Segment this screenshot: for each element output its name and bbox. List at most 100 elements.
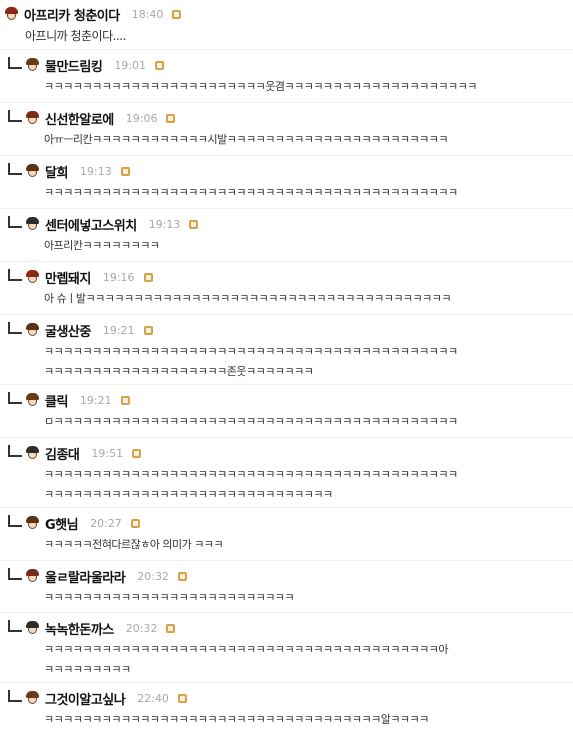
comment-body: 아프니까 청춘이다.... — [25, 26, 554, 46]
comment-item: 아프리카 청춘이다 18:40 아프니까 청춘이다.... — [0, 4, 573, 49]
timestamp: 20:27 — [90, 516, 122, 530]
avatar-icon[interactable] — [25, 568, 40, 584]
comment-text-line: ㅋㅋㅋㅋㅋㅋㅋㅋㅋㅋㅋㅋㅋㅋㅋㅋㅋㅋㅋㅋㅋㅋㅋㅋㅋㅋㅋㅋㅋㅋㅋㅋㅋㅋㅋㅋㅋㅋㅋㅋ… — [44, 468, 458, 481]
mobile-badge-icon — [155, 60, 165, 70]
mobile-badge-icon — [177, 571, 187, 581]
comment-text-line: ㅋㅋㅋㅋㅋㅋㅋㅋㅋ — [44, 663, 131, 676]
avatar-icon[interactable] — [25, 515, 40, 531]
mobile-badge-icon — [143, 272, 153, 282]
comment-item: 클릭 19:21 ㅁㅋㅋㅋㅋㅋㅋㅋㅋㅋㅋㅋㅋㅋㅋㅋㅋㅋㅋㅋㅋㅋㅋㅋㅋㅋㅋㅋㅋㅋㅋㅋㅋ… — [0, 390, 573, 435]
divider — [0, 507, 573, 508]
comment-item: 김종대 19:51 ㅋㅋㅋㅋㅋㅋㅋㅋㅋㅋㅋㅋㅋㅋㅋㅋㅋㅋㅋㅋㅋㅋㅋㅋㅋㅋㅋㅋㅋㅋㅋㅋ… — [0, 443, 573, 508]
nickname[interactable]: 울ㄹ랄라울라라 — [45, 567, 126, 586]
comment-text-line: 아 슈ㅣ발ㅋㅋㅋㅋㅋㅋㅋㅋㅋㅋㅋㅋㅋㅋㅋㅋㅋㅋㅋㅋㅋㅋㅋㅋㅋㅋㅋㅋㅋㅋㅋㅋㅋㅋㅋ… — [44, 292, 452, 305]
comment-item: 물만드림킹 19:01 ㅋㅋㅋㅋㅋㅋㅋㅋㅋㅋㅋㅋㅋㅋㅋㅋㅋㅋㅋㅋㅋㅋㅋ웃겸ㅋㅋㅋㅋㅋ… — [0, 55, 573, 100]
nickname[interactable]: 달희 — [45, 162, 68, 181]
comment-text-line: ㅋㅋㅋㅋㅋㅋㅋㅋㅋㅋㅋㅋㅋㅋㅋㅋㅋㅋㅋㅋㅋㅋㅋㅋㅋㅋㅋㅋㅋㅋㅋㅋㅋㅋㅋㅋㅋㅋㅋㅋ… — [44, 186, 458, 199]
mobile-badge-icon — [166, 623, 176, 633]
divider — [0, 208, 573, 209]
reply-arrow-icon — [8, 392, 22, 404]
comment-thread: 아프리카 청춘이다 18:40 아프니까 청춘이다.... 물만드림킹 19:01 ㅋㅋㅋ… — [0, 0, 573, 732]
comment-text-line: ㅋㅋㅋㅋㅋㅋㅋㅋㅋㅋㅋㅋㅋㅋㅋㅋㅋㅋㅋㅋㅋㅋㅋㅋㅋㅋㅋㅋㅋㅋㅋㅋㅋㅋㅋ알ㅋㅋㅋㅋ — [44, 713, 429, 726]
comment-header: 울ㄹ랄라울라라 20:32 — [0, 566, 187, 586]
mobile-badge-icon — [120, 395, 130, 405]
comment-header: 물만드림킹 19:01 — [0, 55, 165, 75]
comment-body: 아 슈ㅣ발ㅋㅋㅋㅋㅋㅋㅋㅋㅋㅋㅋㅋㅋㅋㅋㅋㅋㅋㅋㅋㅋㅋㅋㅋㅋㅋㅋㅋㅋㅋㅋㅋㅋㅋㅋ… — [44, 289, 573, 309]
comment-body: ㅁㅋㅋㅋㅋㅋㅋㅋㅋㅋㅋㅋㅋㅋㅋㅋㅋㅋㅋㅋㅋㅋㅋㅋㅋㅋㅋㅋㅋㅋㅋㅋㅋㅋㅋㅋㅋㅋㅋㅋ… — [44, 412, 573, 432]
mobile-badge-icon — [130, 518, 140, 528]
nickname[interactable]: 신선한알로에 — [45, 109, 114, 128]
comment-body: 아ㅠㅡ리칸ㅋㅋㅋㅋㅋㅋㅋㅋㅋㅋㅋㅋ시발ㅋㅋㅋㅋㅋㅋㅋㅋㅋㅋㅋㅋㅋㅋㅋㅋㅋㅋㅋㅋㅋ… — [44, 130, 573, 150]
nickname[interactable]: 클릭 — [45, 391, 68, 410]
timestamp: 19:16 — [102, 270, 135, 284]
avatar-icon[interactable] — [25, 690, 40, 706]
divider — [0, 314, 573, 315]
comment-text-line: 아프리칸ㅋㅋㅋㅋㅋㅋㅋㅋ — [44, 239, 160, 252]
divider — [0, 612, 573, 613]
comment-header: G햇님 20:27 — [0, 513, 140, 533]
nickname[interactable]: 물만드림킹 — [45, 56, 103, 75]
timestamp: 20:32 — [125, 621, 158, 635]
comment-header: 그것이알고싶나 22:40 — [0, 688, 187, 708]
timestamp: 19:01 — [114, 58, 147, 72]
mobile-badge-icon — [120, 166, 130, 176]
divider — [0, 560, 573, 561]
nickname[interactable]: 굴생산중 — [45, 321, 91, 340]
comment-item: 굴생산중 19:21 ㅋㅋㅋㅋㅋㅋㅋㅋㅋㅋㅋㅋㅋㅋㅋㅋㅋㅋㅋㅋㅋㅋㅋㅋㅋㅋㅋㅋㅋㅋㅋ… — [0, 320, 573, 385]
comment-body: ㅋㅋㅋㅋㅋㅋㅋㅋㅋㅋㅋㅋㅋㅋㅋㅋㅋㅋㅋㅋㅋㅋㅋㅋㅋㅋㅋㅋㅋㅋㅋㅋㅋㅋㅋㅋㅋㅋㅋㅋ… — [44, 183, 573, 203]
nickname[interactable]: 녹녹한돈까스 — [45, 619, 114, 638]
comment-body: ㅋㅋㅋㅋㅋㅋㅋㅋㅋㅋㅋㅋㅋㅋㅋㅋㅋㅋㅋㅋㅋㅋㅋ웃겸ㅋㅋㅋㅋㅋㅋㅋㅋㅋㅋㅋㅋㅋㅋㅋ… — [44, 77, 573, 97]
avatar-icon[interactable] — [25, 163, 40, 179]
comment-item: 녹녹한돈까스 20:32 ㅋㅋㅋㅋㅋㅋㅋㅋㅋㅋㅋㅋㅋㅋㅋㅋㅋㅋㅋㅋㅋㅋㅋㅋㅋㅋㅋㅋㅋ… — [0, 618, 573, 683]
comment-header: 녹녹한돈까스 20:32 — [0, 618, 176, 638]
comment-text-line: ㅋㅋㅋㅋㅋㅋㅋㅋㅋㅋㅋㅋㅋㅋㅋㅋㅋㅋㅋㅋㅋㅋㅋㅋㅋㅋ — [44, 591, 295, 604]
avatar-icon[interactable] — [4, 6, 19, 22]
comment-item: 달희 19:13 ㅋㅋㅋㅋㅋㅋㅋㅋㅋㅋㅋㅋㅋㅋㅋㅋㅋㅋㅋㅋㅋㅋㅋㅋㅋㅋㅋㅋㅋㅋㅋㅋㅋ… — [0, 161, 573, 206]
timestamp: 19:13 — [79, 164, 112, 178]
nickname[interactable]: 김종대 — [45, 444, 80, 463]
mobile-badge-icon — [132, 448, 142, 458]
comment-body: ㅋㅋㅋㅋㅋㅋㅋㅋㅋㅋㅋㅋㅋㅋㅋㅋㅋㅋㅋㅋㅋㅋㅋㅋㅋㅋㅋㅋㅋㅋㅋㅋㅋㅋㅋ알ㅋㅋㅋㅋ — [44, 710, 573, 730]
reply-arrow-icon — [8, 445, 22, 457]
avatar-icon[interactable] — [25, 445, 40, 461]
nickname[interactable]: 아프리카 청춘이다 — [24, 5, 120, 24]
mobile-badge-icon — [143, 325, 153, 335]
reply-arrow-icon — [8, 690, 22, 702]
timestamp: 19:51 — [91, 446, 124, 460]
comment-header: 만렙돼지 19:16 — [0, 267, 153, 287]
comment-header: 달희 19:13 — [0, 161, 130, 181]
comment-item: 만렙돼지 19:16 아 슈ㅣ발ㅋㅋㅋㅋㅋㅋㅋㅋㅋㅋㅋㅋㅋㅋㅋㅋㅋㅋㅋㅋㅋㅋㅋㅋㅋㅋ… — [0, 267, 573, 312]
timestamp: 20:32 — [137, 569, 169, 583]
avatar-icon[interactable] — [25, 269, 40, 285]
divider — [0, 261, 573, 262]
comment-body: ㅋㅋㅋㅋㅋㅋㅋㅋㅋㅋㅋㅋㅋㅋㅋㅋㅋㅋㅋㅋㅋㅋㅋㅋㅋㅋㅋㅋㅋㅋㅋㅋㅋㅋㅋㅋㅋㅋㅋㅋ… — [44, 465, 573, 505]
mobile-badge-icon — [172, 9, 182, 19]
comment-body: ㅋㅋㅋㅋㅋ전혀다르잖ㅎ아 의미가 ㅋㅋㅋ — [44, 535, 573, 555]
nickname[interactable]: 그것이알고싶나 — [45, 689, 126, 708]
nickname[interactable]: 센터에넣고스위치 — [45, 215, 137, 234]
comment-body: ㅋㅋㅋㅋㅋㅋㅋㅋㅋㅋㅋㅋㅋㅋㅋㅋㅋㅋㅋㅋㅋㅋㅋㅋㅋㅋㅋㅋㅋㅋㅋㅋㅋㅋㅋㅋㅋㅋㅋㅋ… — [44, 342, 573, 382]
divider — [0, 102, 573, 103]
comment-header: 신선한알로에 19:06 — [0, 108, 176, 128]
nickname[interactable]: G햇님 — [45, 514, 79, 533]
comment-body: 아프리칸ㅋㅋㅋㅋㅋㅋㅋㅋ — [44, 236, 573, 256]
timestamp: 19:13 — [148, 217, 181, 231]
avatar-icon[interactable] — [25, 57, 40, 73]
reply-arrow-icon — [8, 568, 22, 580]
avatar-icon[interactable] — [25, 620, 40, 636]
divider — [0, 437, 573, 438]
avatar-icon[interactable] — [25, 322, 40, 338]
timestamp: 19:06 — [125, 111, 158, 125]
comment-header: 김종대 19:51 — [0, 443, 142, 463]
comment-text-line: ㅋㅋㅋㅋㅋ전혀다르잖ㅎ아 의미가 ㅋㅋㅋ — [44, 538, 224, 551]
reply-arrow-icon — [8, 515, 22, 527]
avatar-icon[interactable] — [25, 392, 40, 408]
timestamp: 19:21 — [79, 393, 112, 407]
timestamp: 22:40 — [137, 691, 169, 705]
comment-text-line: ㅋㅋㅋㅋㅋㅋㅋㅋㅋㅋㅋㅋㅋㅋㅋㅋㅋㅋㅋㅋㅋㅋㅋㅋㅋㅋㅋㅋㅋㅋ — [44, 488, 333, 501]
avatar-icon[interactable] — [25, 110, 40, 126]
avatar-icon[interactable] — [25, 216, 40, 232]
comment-item: 센터에넣고스위치 19:13 아프리칸ㅋㅋㅋㅋㅋㅋㅋㅋ — [0, 214, 573, 259]
nickname[interactable]: 만렙돼지 — [45, 268, 91, 287]
comment-item: 신선한알로에 19:06 아ㅠㅡ리칸ㅋㅋㅋㅋㅋㅋㅋㅋㅋㅋㅋㅋ시발ㅋㅋㅋㅋㅋㅋㅋㅋㅋㅋ… — [0, 108, 573, 153]
